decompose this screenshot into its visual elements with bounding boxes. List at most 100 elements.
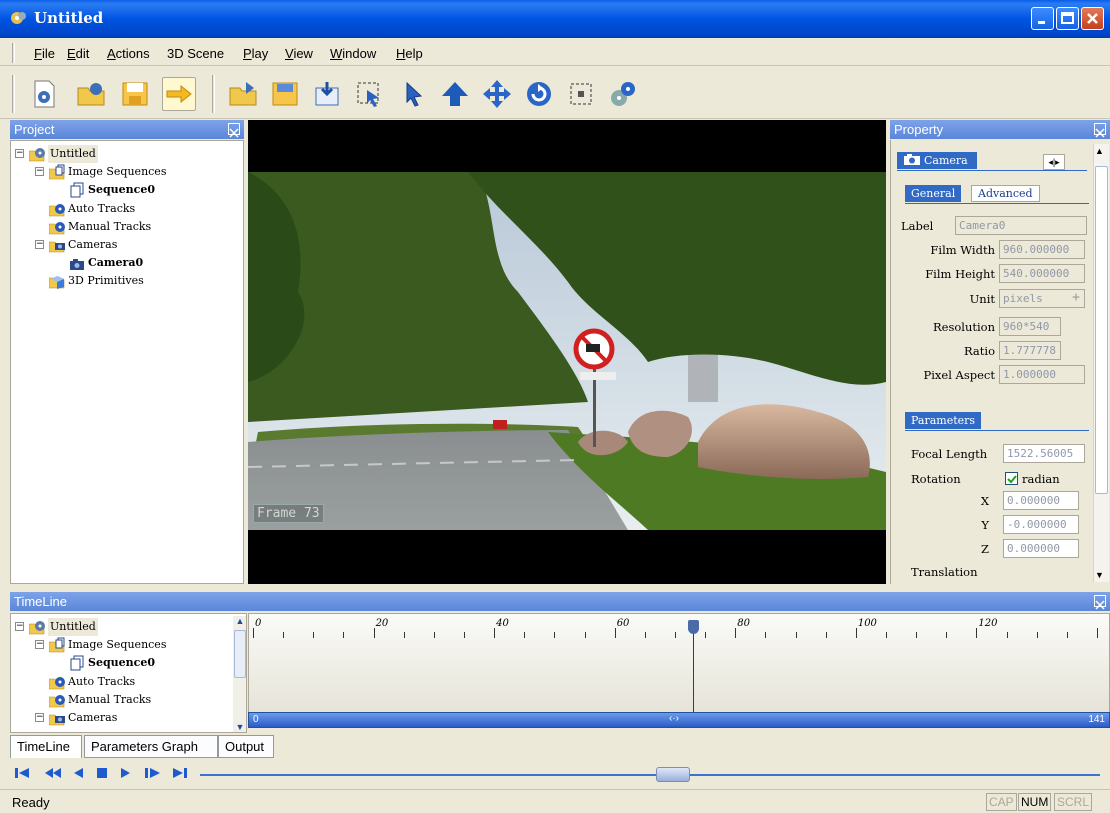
ruler-tick (253, 628, 254, 638)
up-arrow-icon (442, 82, 468, 106)
maximize-button[interactable] (1056, 7, 1079, 30)
camera-object-tab-label: Camera (924, 154, 968, 167)
fit-view-icon (570, 83, 592, 105)
current-frame-marker[interactable] (688, 620, 700, 634)
viewport[interactable]: Frame 73 (248, 120, 886, 584)
title-bar[interactable]: Untitled (0, 0, 1110, 38)
minimize-button[interactable] (1031, 7, 1054, 30)
pointer-tool-button[interactable] (396, 77, 430, 111)
unit-label: Unit (969, 292, 995, 306)
move-up-button[interactable] (438, 77, 472, 111)
rot-x-field[interactable]: 0.000000 (1003, 491, 1079, 510)
tab-timeline[interactable]: TimeLine (10, 735, 82, 758)
collapse-toggle-icon[interactable]: − (35, 167, 44, 177)
timeline-tree-scroll-thumb[interactable] (234, 630, 246, 678)
close-button[interactable] (1081, 7, 1104, 30)
scroll-down-icon[interactable]: ▼ (1095, 570, 1104, 580)
collapse-toggle-icon[interactable]: − (35, 713, 44, 722)
toolbar-grip[interactable] (12, 75, 15, 113)
playback-slider-thumb[interactable] (656, 767, 690, 782)
stop-icon[interactable] (96, 766, 108, 780)
last-frame-icon[interactable] (172, 766, 190, 780)
video-frame (248, 172, 886, 530)
menu-play[interactable]: Play (243, 46, 268, 61)
rotate-tool-button[interactable] (522, 77, 556, 111)
export-button[interactable] (162, 77, 196, 111)
menu-3d-scene[interactable]: 3D Scene (167, 46, 224, 61)
tab-general[interactable]: General (905, 185, 962, 202)
first-frame-icon[interactable] (14, 766, 30, 780)
tab-parameters-graph[interactable]: Parameters Graph (84, 735, 218, 758)
fit-view-button[interactable] (564, 77, 598, 111)
import-sequence-button[interactable] (226, 77, 260, 111)
collapse-toggle-icon[interactable]: − (15, 149, 24, 158)
step-forward-icon[interactable] (144, 766, 162, 780)
timeline-scroll-handle[interactable]: ‹·› (669, 713, 679, 724)
radian-checkbox[interactable] (1005, 472, 1018, 485)
ratio-field[interactable]: 1.777778 (999, 341, 1061, 360)
menu-grip[interactable] (12, 43, 15, 63)
pixel-aspect-field[interactable]: 1.000000 (999, 365, 1085, 384)
label-label: Label (901, 219, 934, 233)
camera-object-tab[interactable]: Camera (897, 152, 977, 169)
project-tree-row-label: Manual Tracks (68, 219, 152, 233)
play-backward-icon[interactable] (72, 766, 84, 780)
tab-scroll-arrows[interactable]: ◂|▸ (1043, 154, 1065, 170)
sequence-icon (70, 655, 84, 671)
timeline-panel-close-button[interactable] (1094, 595, 1106, 610)
select-region-button[interactable] (352, 77, 386, 111)
menu-help[interactable]: Help (396, 46, 423, 61)
menu-window[interactable]: Window (330, 46, 376, 61)
property-scroll-thumb[interactable] (1095, 166, 1108, 494)
import-image-button[interactable] (310, 77, 344, 111)
primitives-icon (49, 276, 65, 290)
save-icon (122, 82, 148, 106)
project-panel-title: Project (14, 122, 55, 137)
timeline-scrollbar[interactable]: 0 ‹·› 141 (248, 712, 1110, 728)
parameters-tab[interactable]: Parameters (905, 412, 982, 429)
unit-select[interactable]: pixels + (999, 289, 1085, 308)
solve-button[interactable] (606, 77, 640, 111)
label-field[interactable]: Camera0 (955, 216, 1087, 235)
film-height-field[interactable]: 540.000000 (999, 264, 1085, 283)
menu-view[interactable]: View (285, 46, 313, 61)
scroll-up-icon[interactable]: ▲ (233, 616, 246, 626)
tab-advanced[interactable]: Advanced (971, 185, 1040, 202)
menu-actions[interactable]: Actions (107, 46, 150, 61)
property-scrollbar[interactable]: ▲ ▼ (1093, 144, 1109, 582)
project-tree[interactable]: − Untitled − Image Sequences Sequence0 Auto T… (10, 140, 244, 584)
focal-length-field[interactable]: 1522.56005 (1003, 444, 1085, 463)
focal-length-label: Focal Length (911, 447, 988, 461)
timeline-tree[interactable]: − Untitled − Image Sequences Sequence0 Auto T… (10, 613, 247, 733)
save-sequence-button[interactable] (268, 77, 302, 111)
collapse-toggle-icon[interactable]: − (15, 622, 24, 631)
timeline-tree-scrollbar[interactable]: ▲ ▼ (233, 616, 246, 732)
tab-output[interactable]: Output (218, 735, 274, 758)
project-panel-close-button[interactable] (228, 123, 240, 138)
scroll-up-icon[interactable]: ▲ (1095, 146, 1104, 156)
step-back-icon[interactable] (44, 766, 62, 780)
save-button[interactable] (118, 77, 152, 111)
film-width-field[interactable]: 960.000000 (999, 240, 1085, 259)
scroll-down-icon[interactable]: ▼ (233, 722, 246, 732)
ruler-tick (1006, 632, 1008, 638)
collapse-toggle-icon[interactable]: − (35, 240, 44, 249)
timeline-ruler[interactable]: 0 20 40 60 80 100 120 (248, 613, 1110, 713)
rot-z-field[interactable]: 0.000000 (1003, 539, 1079, 558)
open-project-button[interactable] (74, 77, 108, 111)
rot-y-field[interactable]: -0.000000 (1003, 515, 1079, 534)
playback-slider-track[interactable] (200, 774, 1100, 776)
menu-file[interactable]: File (34, 46, 55, 61)
resolution-field[interactable]: 960*540 (999, 317, 1061, 336)
menu-edit[interactable]: Edit (67, 46, 89, 61)
timeline-tree-row-label: Cameras (68, 711, 118, 724)
unit-value: pixels (1003, 292, 1043, 305)
collapse-toggle-icon[interactable]: − (35, 640, 44, 650)
move-tool-button[interactable] (480, 77, 514, 111)
new-project-button[interactable] (27, 77, 61, 111)
resolution-label: Resolution (932, 320, 995, 334)
play-icon[interactable] (120, 766, 132, 780)
radian-label: radian (1022, 472, 1060, 486)
ruler-tick (1036, 632, 1038, 638)
property-panel-close-button[interactable] (1094, 123, 1106, 138)
